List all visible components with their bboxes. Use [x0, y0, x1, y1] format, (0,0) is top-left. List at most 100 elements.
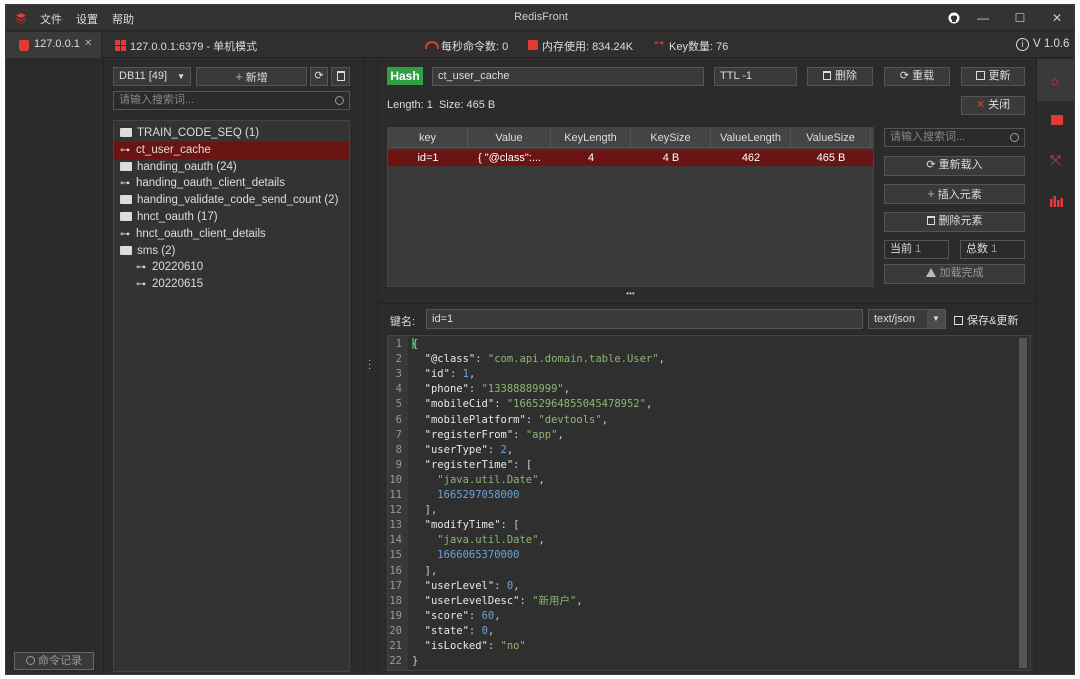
tree-key-item[interactable]: ⊶ hnct_oauth_client_details: [114, 226, 349, 243]
table-cell: 462: [741, 152, 761, 164]
close-detail-button[interactable]: ✕ 关闭: [961, 96, 1025, 115]
database-icon: [19, 40, 29, 51]
maximize-button[interactable]: ☐: [1011, 9, 1029, 27]
code-token: :: [494, 579, 507, 592]
tree-item-label: handing_oauth (24): [137, 160, 237, 173]
hash-table: key Value KeyLength KeySize ValueLength Value…: [387, 127, 874, 287]
key-search-input[interactable]: 请输入搜索词...: [113, 91, 350, 110]
load-done-label: 加载完成: [939, 267, 984, 279]
code-line: 20 "state": 0,: [388, 624, 494, 639]
code-lines: 1{2 "@class": "com.api.domain.table.User…: [388, 336, 1018, 670]
reload-elements-button[interactable]: ⟳ 重新载入: [884, 156, 1025, 176]
code-token: 1665297058000: [437, 489, 520, 501]
minimize-button[interactable]: —: [974, 9, 992, 27]
code-line: 18 "userLevelDesc": "新用户",: [388, 594, 582, 609]
sidebar-item-terminal[interactable]: [1037, 101, 1074, 141]
ttl-input[interactable]: TTL -1: [714, 67, 797, 86]
tree-key-item[interactable]: ⊶ handing_oauth_client_details: [114, 175, 349, 192]
sidebar-item-pubsub[interactable]: ⤧: [1037, 141, 1074, 181]
column-header-valuelength[interactable]: ValueLength: [711, 128, 791, 148]
tree-item-label: hnct_oauth (17): [137, 211, 218, 223]
window-title: RedisFront: [514, 11, 568, 23]
save-update-button[interactable]: 保存&更新: [954, 312, 1018, 328]
db-select[interactable]: DB11 [49] ▼: [113, 67, 191, 86]
insert-element-button[interactable]: + 插入元素: [884, 184, 1025, 204]
code-token: : [: [500, 519, 520, 532]
format-select[interactable]: text/json ▼: [868, 309, 946, 329]
code-token: ,: [506, 443, 514, 456]
tab-close-icon[interactable]: ✕: [84, 38, 92, 49]
column-header-keylength[interactable]: KeyLength: [551, 128, 631, 148]
tree-folder-item[interactable]: TRAIN_CODE_SEQ (1): [114, 125, 349, 142]
json-editor[interactable]: 1{2 "@class": "com.api.domain.table.User…: [387, 335, 1031, 671]
code-token: :: [468, 624, 482, 637]
size-text: Size: 465 B: [439, 99, 496, 111]
search-icon[interactable]: [335, 96, 344, 105]
tree-folder-item[interactable]: sms (2): [114, 243, 349, 260]
trash-icon: [336, 71, 345, 81]
tree-item-label: ct_user_cache: [136, 143, 211, 156]
table-row[interactable]: id=1 { "@class":... 4 4 B 462 465 B: [388, 150, 873, 166]
key-meta: Length: 1 Size: 465 B: [387, 99, 495, 111]
vertical-splitter[interactable]: · · ·: [363, 59, 378, 674]
version-label: V 1.0.6: [1033, 38, 1070, 50]
code-line: 22}: [388, 654, 418, 669]
tree-key-item[interactable]: ⊶ 20220610: [114, 259, 349, 276]
tree-folder-item[interactable]: handing_oauth (24): [114, 159, 349, 176]
line-number: 2: [395, 353, 402, 366]
refresh-keys-button[interactable]: ⟳: [310, 67, 328, 86]
tree-folder-item[interactable]: hnct_oauth (17): [114, 209, 349, 226]
code-line: 19 "score": 60,: [388, 609, 500, 624]
save-icon: [954, 316, 963, 325]
key-icon: ⊶: [120, 228, 130, 240]
update-button[interactable]: 更新: [961, 67, 1025, 86]
horizontal-splitter[interactable]: •••: [387, 287, 874, 301]
ttl-label: TTL: [720, 70, 740, 82]
column-header-valuesize[interactable]: ValueSize: [791, 128, 871, 148]
editor-scrollbar[interactable]: [1019, 338, 1027, 668]
tree-folder-item[interactable]: handing_validate_code_send_count (2): [114, 192, 349, 209]
delete-keys-button[interactable]: [331, 67, 350, 86]
info-icon[interactable]: i: [1016, 38, 1029, 51]
column-header-value[interactable]: Value: [468, 128, 551, 148]
close-window-button[interactable]: ✕: [1048, 9, 1066, 27]
insert-element-label: 插入元素: [937, 189, 982, 201]
divider: [379, 303, 1035, 304]
memory-usage: 内存使用: 834.24K: [542, 41, 634, 53]
delete-element-button[interactable]: 删除元素: [884, 212, 1025, 232]
line-number: 20: [389, 624, 402, 637]
save-update-label: 保存&更新: [967, 315, 1019, 327]
tool-sidebar: ⌂ ⤧: [1036, 59, 1074, 674]
delete-element-label: 删除元素: [938, 215, 983, 227]
trash-icon: [926, 216, 935, 225]
sidebar-item-chart[interactable]: [1037, 181, 1074, 221]
column-header-key[interactable]: key: [388, 128, 468, 148]
trash-icon: [823, 71, 831, 80]
tree-key-item[interactable]: ⊶ ct_user_cache: [114, 141, 349, 159]
column-header-keysize[interactable]: KeySize: [631, 128, 711, 148]
code-token: ],: [412, 504, 438, 517]
speed-icon: [425, 41, 439, 49]
element-search-input[interactable]: 请输入搜索词...: [884, 128, 1025, 147]
current-page-field[interactable]: 当前 1: [884, 240, 949, 259]
key-icon: ⊶: [120, 178, 130, 190]
folder-open-icon: [120, 245, 132, 255]
add-key-button[interactable]: + 新增: [196, 67, 307, 86]
key-name-input[interactable]: ct_user_cache: [432, 67, 704, 86]
code-token: ,: [645, 398, 653, 411]
folder-icon: [120, 195, 132, 205]
sidebar-item-home[interactable]: ⌂: [1037, 59, 1074, 101]
code-token: :: [513, 428, 526, 441]
tree-key-item[interactable]: ⊶ 20220615: [114, 276, 349, 293]
tab-connection[interactable]: 127.0.0.1 ✕: [6, 32, 102, 58]
field-name-input[interactable]: id=1: [426, 309, 863, 329]
command-history-button[interactable]: 命令记录: [14, 652, 94, 670]
search-icon[interactable]: [1010, 133, 1019, 142]
github-icon[interactable]: [945, 9, 963, 27]
line-number: 17: [389, 579, 402, 592]
delete-key-button[interactable]: 删除: [807, 67, 873, 86]
reload-button[interactable]: ⟳ 重载: [884, 67, 950, 86]
